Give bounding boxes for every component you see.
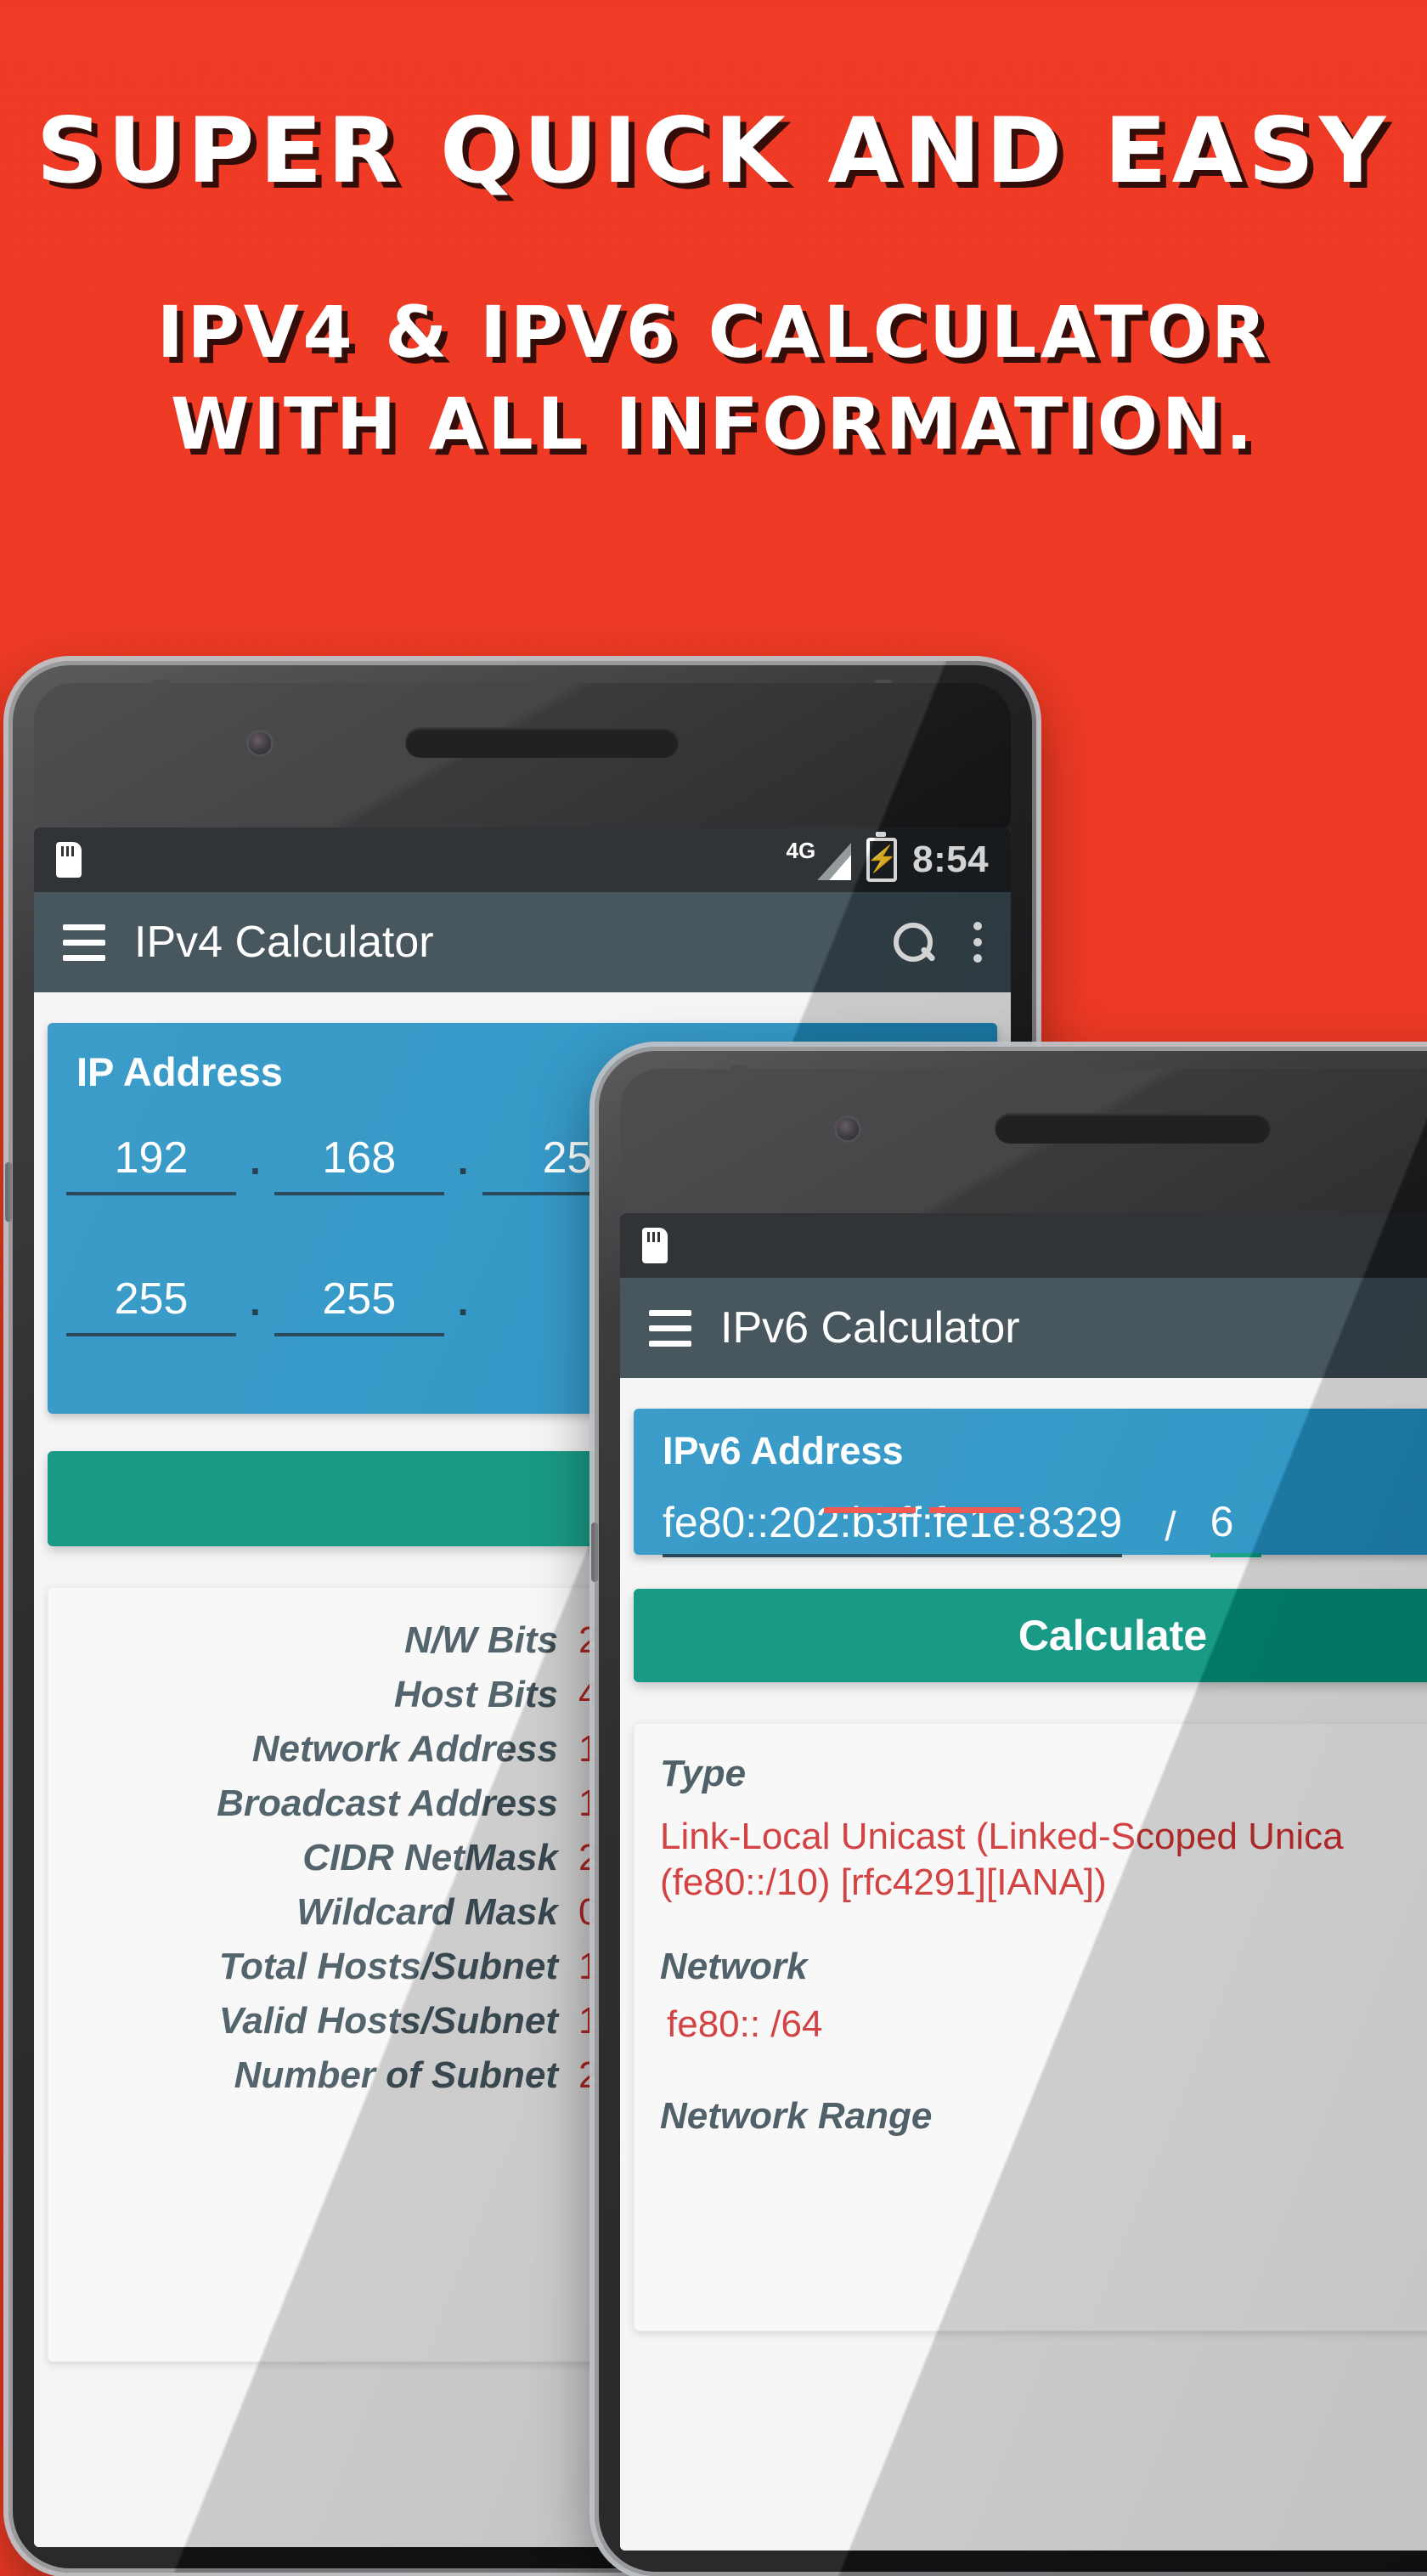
earpiece-speaker xyxy=(994,1113,1271,1144)
phone2-content: IPv6 Address fe80::202:b3ff:fe1e:8329 / … xyxy=(620,1378,1427,2551)
ip-dot-1: . xyxy=(250,1138,261,1183)
mask-octet-2[interactable]: 255 xyxy=(274,1274,444,1336)
page-title: SUPER QUICK AND EASY xyxy=(36,99,1391,203)
front-camera-icon xyxy=(249,732,271,754)
calculate-button-ipv6[interactable]: Calculate xyxy=(634,1589,1427,1682)
mask-octet-1[interactable]: 255 xyxy=(66,1274,236,1336)
hero-text-block: SUPER QUICK AND EASY IPV4 & IPV6 CALCULA… xyxy=(0,0,1427,460)
hero-subline-1: IPV4 & IPV6 CALCULATOR xyxy=(156,291,1271,374)
ip-dot-2: . xyxy=(457,1138,469,1183)
phone2-status-bar: 4G xyxy=(620,1213,1427,1278)
app-title-ipv4: IPv4 Calculator xyxy=(134,918,434,967)
phone2-app-bar: IPv6 Calculator xyxy=(620,1278,1427,1378)
volume-button[interactable] xyxy=(5,1162,12,1222)
result-label-network: Network xyxy=(660,1946,808,1988)
kebab-menu-icon[interactable] xyxy=(973,922,982,963)
search-icon[interactable] xyxy=(894,923,933,962)
ipv6-address-card-label: IPv6 Address xyxy=(663,1429,904,1472)
spellcheck-underline-2 xyxy=(929,1507,1021,1513)
phone1-app-bar: IPv4 Calculator xyxy=(34,892,1011,992)
result-value-network: fe80:: /64 xyxy=(667,2003,823,2046)
sd-card-icon xyxy=(56,842,82,878)
result-value-type-line2: (fe80::/10) [rfc4291][IANA]) xyxy=(660,1861,1107,1903)
hamburger-menu-icon[interactable] xyxy=(649,1309,691,1347)
ip-octet-1[interactable]: 192 xyxy=(66,1133,236,1195)
battery-charging-icon: ⚡ xyxy=(866,832,898,882)
ipv6-results-card: Type Link-Local Unicast (Linked-Scoped U… xyxy=(634,1723,1427,2331)
result-label-type: Type xyxy=(660,1753,747,1794)
status-bar-clock: 8:54 xyxy=(912,839,989,880)
earpiece-speaker xyxy=(405,727,679,758)
result-value-type-line1: Link-Local Unicast (Linked-Scoped Unica xyxy=(660,1816,1344,1857)
ip-octet-2[interactable]: 168 xyxy=(274,1133,444,1195)
mask-dot-2: . xyxy=(457,1280,469,1324)
ipv6-prefix-slash: / xyxy=(1165,1505,1176,1550)
result-label-network-range: Network Range xyxy=(660,2095,933,2138)
phone-top-bezel xyxy=(620,1069,1427,1213)
mask-dot-1: . xyxy=(250,1280,261,1324)
phone-top-bezel xyxy=(34,683,1011,828)
volume-button[interactable] xyxy=(591,1522,598,1582)
phone2-screen: 4G IPv6 Calculator IPv6 Address fe80::20… xyxy=(620,1213,1427,2551)
hero-subline-2: WITH ALL INFORMATION. xyxy=(170,382,1257,466)
front-camera-icon xyxy=(837,1118,860,1140)
ipv6-prefix-input[interactable]: 6 xyxy=(1210,1497,1261,1557)
phone-mockup-ipv6: 4G IPv6 Calculator IPv6 Address fe80::20… xyxy=(591,1047,1427,2576)
signal-bars-icon: 4G xyxy=(786,839,852,880)
ipv6-address-card: IPv6 Address fe80::202:b3ff:fe1e:8329 / … xyxy=(634,1409,1427,1557)
sd-card-icon xyxy=(642,1228,668,1263)
phone1-status-bar: 4G ⚡ 8:54 xyxy=(34,828,1011,892)
spellcheck-underline-1 xyxy=(824,1507,916,1513)
app-title-ipv6: IPv6 Calculator xyxy=(720,1303,1020,1353)
hamburger-menu-icon[interactable] xyxy=(63,924,105,961)
